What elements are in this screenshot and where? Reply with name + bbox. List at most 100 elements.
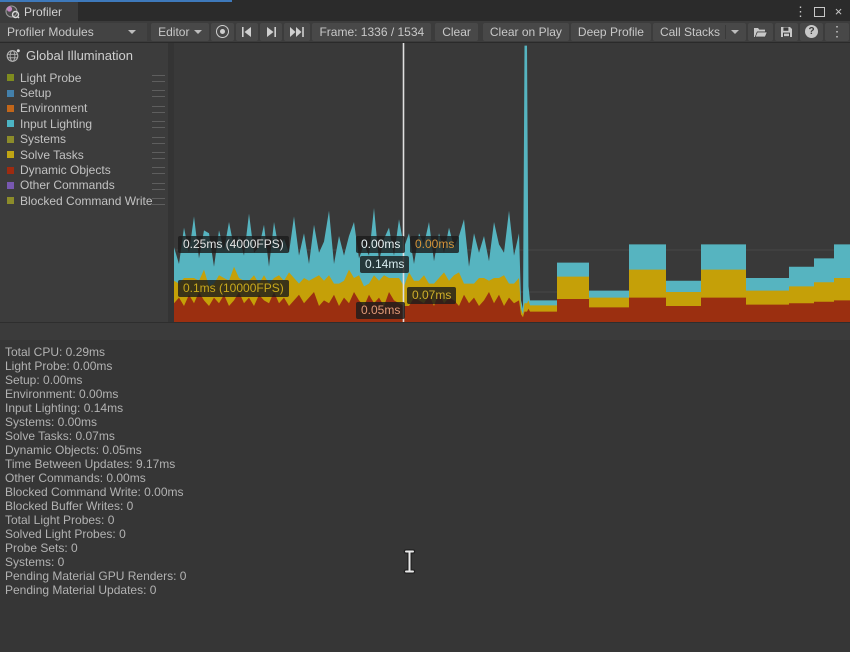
stat-line: Input Lighting: 0.14ms: [5, 401, 850, 415]
chevron-down-icon: [128, 30, 136, 34]
clear-button[interactable]: Clear: [435, 23, 478, 41]
clear-on-play-label: Clear on Play: [490, 25, 562, 39]
drag-handle-icon[interactable]: [152, 106, 165, 113]
legend-color-chip: [7, 90, 14, 97]
deep-profile-label: Deep Profile: [578, 25, 644, 39]
stat-line: Time Between Updates: 9.17ms: [5, 457, 850, 471]
legend-item[interactable]: Blocked Command Write: [0, 193, 168, 208]
profiler-toolbar: Profiler Modules Editor Frame: 1336 / 15…: [0, 21, 850, 43]
current-frame-icon: [289, 27, 305, 37]
legend-item-label: Other Commands: [20, 178, 115, 192]
profiler-modules-label: Profiler Modules: [7, 25, 94, 39]
call-stacks-label: Call Stacks: [660, 25, 720, 39]
chart-value-label: 0.00ms: [356, 236, 405, 253]
tab-title: Profiler: [24, 5, 62, 19]
current-frame-button[interactable]: [284, 23, 310, 41]
drag-handle-icon[interactable]: [152, 198, 165, 205]
stat-line: Dynamic Objects: 0.05ms: [5, 443, 850, 457]
editor-label: Editor: [158, 25, 189, 39]
legend-item-label: Blocked Command Write: [20, 194, 153, 208]
record-icon: [216, 25, 229, 38]
legend-item[interactable]: Environment: [0, 101, 168, 116]
stat-line: Setup: 0.00ms: [5, 373, 850, 387]
chart-legend: Light ProbeSetupEnvironment Input Lightin…: [0, 67, 168, 209]
legend-color-chip: [7, 182, 14, 189]
legend-color-chip: [7, 151, 14, 158]
chart-value-label: 0.1ms (10000FPS): [178, 280, 289, 297]
legend-item[interactable]: Other Commands: [0, 178, 168, 193]
legend-item-label: Systems: [20, 132, 66, 146]
profiler-chart[interactable]: 0.25ms (4000FPS)0.1ms (10000FPS)0.00ms0.…: [174, 43, 850, 322]
legend-color-chip: [7, 167, 14, 174]
legend-item[interactable]: Systems: [0, 132, 168, 147]
frame-counter-label: Frame: 1336 / 1534: [319, 25, 424, 39]
legend-color-chip: [7, 136, 14, 143]
legend-item[interactable]: Light Probe: [0, 70, 168, 85]
stat-line: Total Light Probes: 0: [5, 513, 850, 527]
clear-label: Clear: [442, 25, 471, 39]
chart-value-label: 0.14ms: [360, 256, 409, 273]
save-icon: [780, 26, 793, 38]
stat-line: Total CPU: 0.29ms: [5, 345, 850, 359]
drag-handle-icon[interactable]: [152, 75, 165, 82]
legend-item-label: Dynamic Objects: [20, 163, 111, 177]
record-button[interactable]: [211, 23, 234, 41]
chart-value-label: 0.07ms: [407, 287, 456, 304]
stat-line: Light Probe: 0.00ms: [5, 359, 850, 373]
drag-handle-icon[interactable]: [152, 137, 165, 144]
window-more-button[interactable]: ⋮: [791, 3, 810, 20]
open-folder-icon: [753, 26, 768, 38]
help-icon: ?: [805, 25, 818, 38]
legend-color-chip: [7, 197, 14, 204]
drag-handle-icon[interactable]: [152, 183, 165, 190]
chart-value-label: 0.00ms: [410, 236, 459, 253]
drag-handle-icon[interactable]: [152, 167, 165, 174]
toolbar-more-button[interactable]: ⋮: [825, 23, 849, 41]
module-sidebar: Global Illumination Light ProbeSetupEnvi…: [0, 43, 168, 322]
window-maximize-button[interactable]: [810, 3, 829, 20]
profiler-icon: [5, 5, 20, 19]
legend-item[interactable]: Setup: [0, 85, 168, 100]
module-title: Global Illumination: [26, 48, 133, 63]
drag-handle-icon[interactable]: [152, 152, 165, 159]
legend-item[interactable]: Input Lighting: [0, 116, 168, 131]
chart-value-label: 0.25ms (4000FPS): [178, 236, 289, 253]
stat-line: Solve Tasks: 0.07ms: [5, 429, 850, 443]
legend-item[interactable]: Solve Tasks: [0, 147, 168, 162]
help-button[interactable]: ?: [800, 23, 823, 41]
chevron-down-icon: [731, 30, 739, 34]
maximize-icon: [814, 7, 825, 17]
global-illumination-icon: [6, 49, 20, 63]
profiler-modules-dropdown[interactable]: Profiler Modules: [0, 23, 147, 41]
stat-line: Environment: 0.00ms: [5, 387, 850, 401]
next-frame-icon: [265, 27, 277, 37]
legend-color-chip: [7, 74, 14, 81]
clear-on-play-button[interactable]: Clear on Play: [483, 23, 569, 41]
call-stacks-button[interactable]: Call Stacks: [653, 23, 746, 41]
stat-line: Systems: 0: [5, 555, 850, 569]
window-close-button[interactable]: ×: [829, 3, 848, 20]
drag-handle-icon[interactable]: [152, 121, 165, 128]
legend-color-chip: [7, 120, 14, 127]
legend-item[interactable]: Dynamic Objects: [0, 162, 168, 177]
previous-frame-button[interactable]: [236, 23, 258, 41]
tab-profiler[interactable]: Profiler: [0, 2, 78, 21]
module-header[interactable]: Global Illumination: [0, 43, 168, 67]
editor-target-dropdown[interactable]: Editor: [151, 23, 209, 41]
legend-item-label: Environment: [20, 101, 87, 115]
stat-line: Solved Light Probes: 0: [5, 527, 850, 541]
previous-frame-icon: [241, 27, 253, 37]
stat-line: Pending Material Updates: 0: [5, 583, 850, 597]
deep-profile-button[interactable]: Deep Profile: [571, 23, 651, 41]
next-frame-button[interactable]: [260, 23, 282, 41]
legend-item-label: Input Lighting: [20, 117, 92, 131]
legend-item-label: Setup: [20, 86, 51, 100]
load-profile-button[interactable]: [748, 23, 773, 41]
save-profile-button[interactable]: [775, 23, 798, 41]
ibeam-cursor: [403, 549, 416, 579]
title-bar: Profiler ⋮ ×: [0, 0, 850, 21]
drag-handle-icon[interactable]: [152, 90, 165, 97]
stat-line: Other Commands: 0.00ms: [5, 471, 850, 485]
stat-line: Blocked Buffer Writes: 0: [5, 499, 850, 513]
pane-separator[interactable]: [0, 322, 850, 340]
